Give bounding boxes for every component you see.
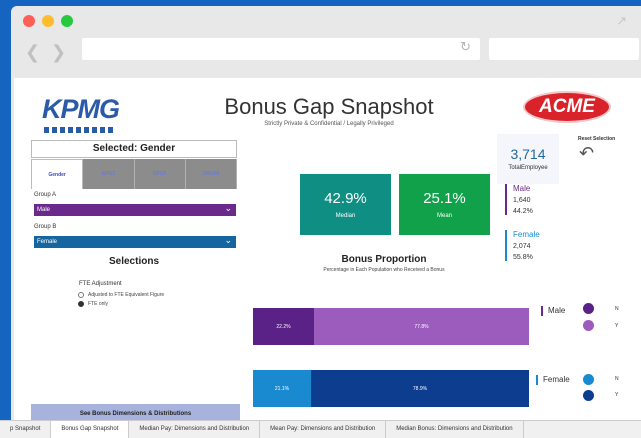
group-b-value: Female: [37, 239, 58, 245]
search-bar[interactable]: [489, 38, 639, 60]
male-bonus-label: 77.8%: [414, 323, 429, 330]
bonus-proportion-subtitle: Percentage in Each Population who Receiv…: [323, 267, 445, 273]
kpmg-logo: KPMG: [42, 94, 120, 133]
mean-gap-value: 25.1%: [423, 190, 466, 207]
reload-icon[interactable]: ↻: [460, 40, 471, 55]
back-arrow-icon[interactable]: ❮: [25, 42, 40, 63]
male-yes-legend-letter: Y: [615, 323, 619, 329]
male-summary-title: Male: [513, 184, 531, 193]
report-page-tabs: p Snapshot Bonus Gap Snapshot Median Pay…: [0, 420, 641, 438]
tab-epg2[interactable]: EPG2: [83, 159, 135, 189]
male-count: 1,640: [513, 197, 531, 204]
total-employee-value: 3,714: [510, 146, 546, 162]
reset-arrow-icon[interactable]: ↶: [579, 143, 594, 164]
radio-icon[interactable]: [78, 292, 84, 298]
tab-gender[interactable]: Gender: [31, 159, 84, 189]
mean-gap-label: Mean: [436, 213, 452, 219]
address-bar[interactable]: ↻: [82, 38, 480, 60]
maximize-window-button[interactable]: [61, 15, 73, 27]
male-no-legend-dot: [583, 303, 594, 314]
bonus-proportion-title: Bonus Proportion: [341, 254, 427, 265]
male-legend-label: Male: [541, 306, 565, 316]
close-window-button[interactable]: [23, 15, 35, 27]
tab-epg5[interactable]: EPG5: [134, 159, 186, 189]
selections-title: Selections: [108, 256, 160, 267]
expand-icon[interactable]: ↗: [616, 13, 627, 29]
radio-selected-icon[interactable]: [78, 301, 84, 307]
selected-dimension-label: Selected: Gender: [31, 140, 237, 158]
fte-option-adjusted-label: Adjusted to FTE Equivalent Figure: [88, 292, 165, 298]
page-tab-snapshot[interactable]: p Snapshot: [0, 421, 52, 438]
kpmg-logo-text: KPMG: [42, 94, 120, 124]
female-summary-title: Female: [513, 230, 540, 239]
group-a-value: Male: [37, 207, 51, 213]
fte-option-adjusted[interactable]: Adjusted to FTE Equivalent Figure: [78, 292, 164, 298]
female-bonus-segment[interactable]: 78.9%: [311, 370, 529, 407]
female-bonus-bar: 21.1% 78.9%: [253, 370, 529, 407]
male-no-bonus-label: 22.2%: [276, 323, 291, 330]
male-no-legend-letter: N: [615, 306, 619, 312]
kpmg-logo-bars: [44, 127, 116, 133]
male-percent: 44.2%: [513, 208, 533, 215]
female-yes-legend-letter: Y: [615, 392, 619, 398]
female-count: 2,074: [513, 243, 531, 250]
group-a-label: Group A: [34, 192, 57, 198]
page-tab-median-pay[interactable]: Median Pay: Dimensions and Distribution: [129, 421, 261, 438]
fte-option-fte-only[interactable]: FTE only: [78, 301, 108, 307]
page-title: Bonus Gap Snapshot: [224, 94, 434, 119]
page-tab-mean-pay[interactable]: Mean Pay: Dimensions and Distribution: [260, 421, 387, 438]
female-bonus-label: 78.9%: [412, 385, 428, 392]
male-yes-legend-dot: [583, 320, 594, 331]
female-no-legend-letter: N: [615, 376, 619, 382]
page-tab-bonus-gap-snapshot[interactable]: Bonus Gap Snapshot: [51, 421, 130, 438]
acme-logo: ACME: [523, 91, 611, 123]
page-tab-median-bonus[interactable]: Median Bonus: Dimensions and Distributio…: [386, 421, 524, 438]
female-no-bonus-segment[interactable]: 21.1%: [253, 370, 311, 407]
forward-arrow-icon[interactable]: ❯: [51, 42, 66, 63]
fte-option-fte-only-label: FTE only: [88, 301, 109, 307]
female-summary: Female 2,074 55.8%: [505, 230, 540, 261]
female-legend-label: Female: [536, 375, 570, 385]
minimize-window-button[interactable]: [42, 15, 54, 27]
female-no-bonus-label: 21.1%: [274, 385, 290, 392]
reset-selection-label: Reset Selection: [578, 136, 616, 142]
female-yes-legend-dot: [583, 390, 594, 401]
group-b-label: Group B: [34, 224, 57, 230]
mean-gap-card: 25.1% Mean: [399, 174, 490, 235]
tab-org58[interactable]: ORG58: [185, 159, 237, 189]
browser-window: ↗ ❮ ❯ ↻ KPMG Bonus Gap Snapshot Strictly…: [11, 6, 641, 438]
group-b-dropdown[interactable]: Female ⌄: [34, 236, 236, 248]
dimension-tabs: Gender EPG2 EPG5 ORG58: [31, 159, 237, 189]
total-employee-card: 3,714 TotalEmployee: [497, 134, 559, 184]
male-bonus-bar: 22.2% 77.8%: [253, 308, 529, 345]
report-canvas: KPMG Bonus Gap Snapshot Strictly Private…: [14, 78, 641, 426]
chevron-down-icon: ⌄: [224, 204, 232, 214]
median-gap-value: 42.9%: [324, 190, 367, 207]
male-no-bonus-segment[interactable]: 22.2%: [253, 308, 314, 345]
group-a-dropdown[interactable]: Male ⌄: [34, 204, 236, 216]
total-employee-label: TotalEmployee: [508, 165, 548, 171]
female-no-legend-dot: [583, 374, 594, 385]
female-percent: 55.8%: [513, 254, 533, 261]
chevron-down-icon: ⌄: [224, 236, 232, 246]
window-controls: [23, 15, 73, 27]
median-gap-label: Median: [335, 213, 356, 219]
male-bonus-segment[interactable]: 77.8%: [314, 308, 529, 345]
median-gap-card: 42.9% Median: [300, 174, 391, 235]
page-subtitle: Strictly Private & Confidential / Legall…: [264, 121, 394, 127]
male-summary: Male 1,640 44.2%: [505, 184, 533, 215]
fte-adjustment-title: FTE Adjustment: [79, 281, 122, 287]
